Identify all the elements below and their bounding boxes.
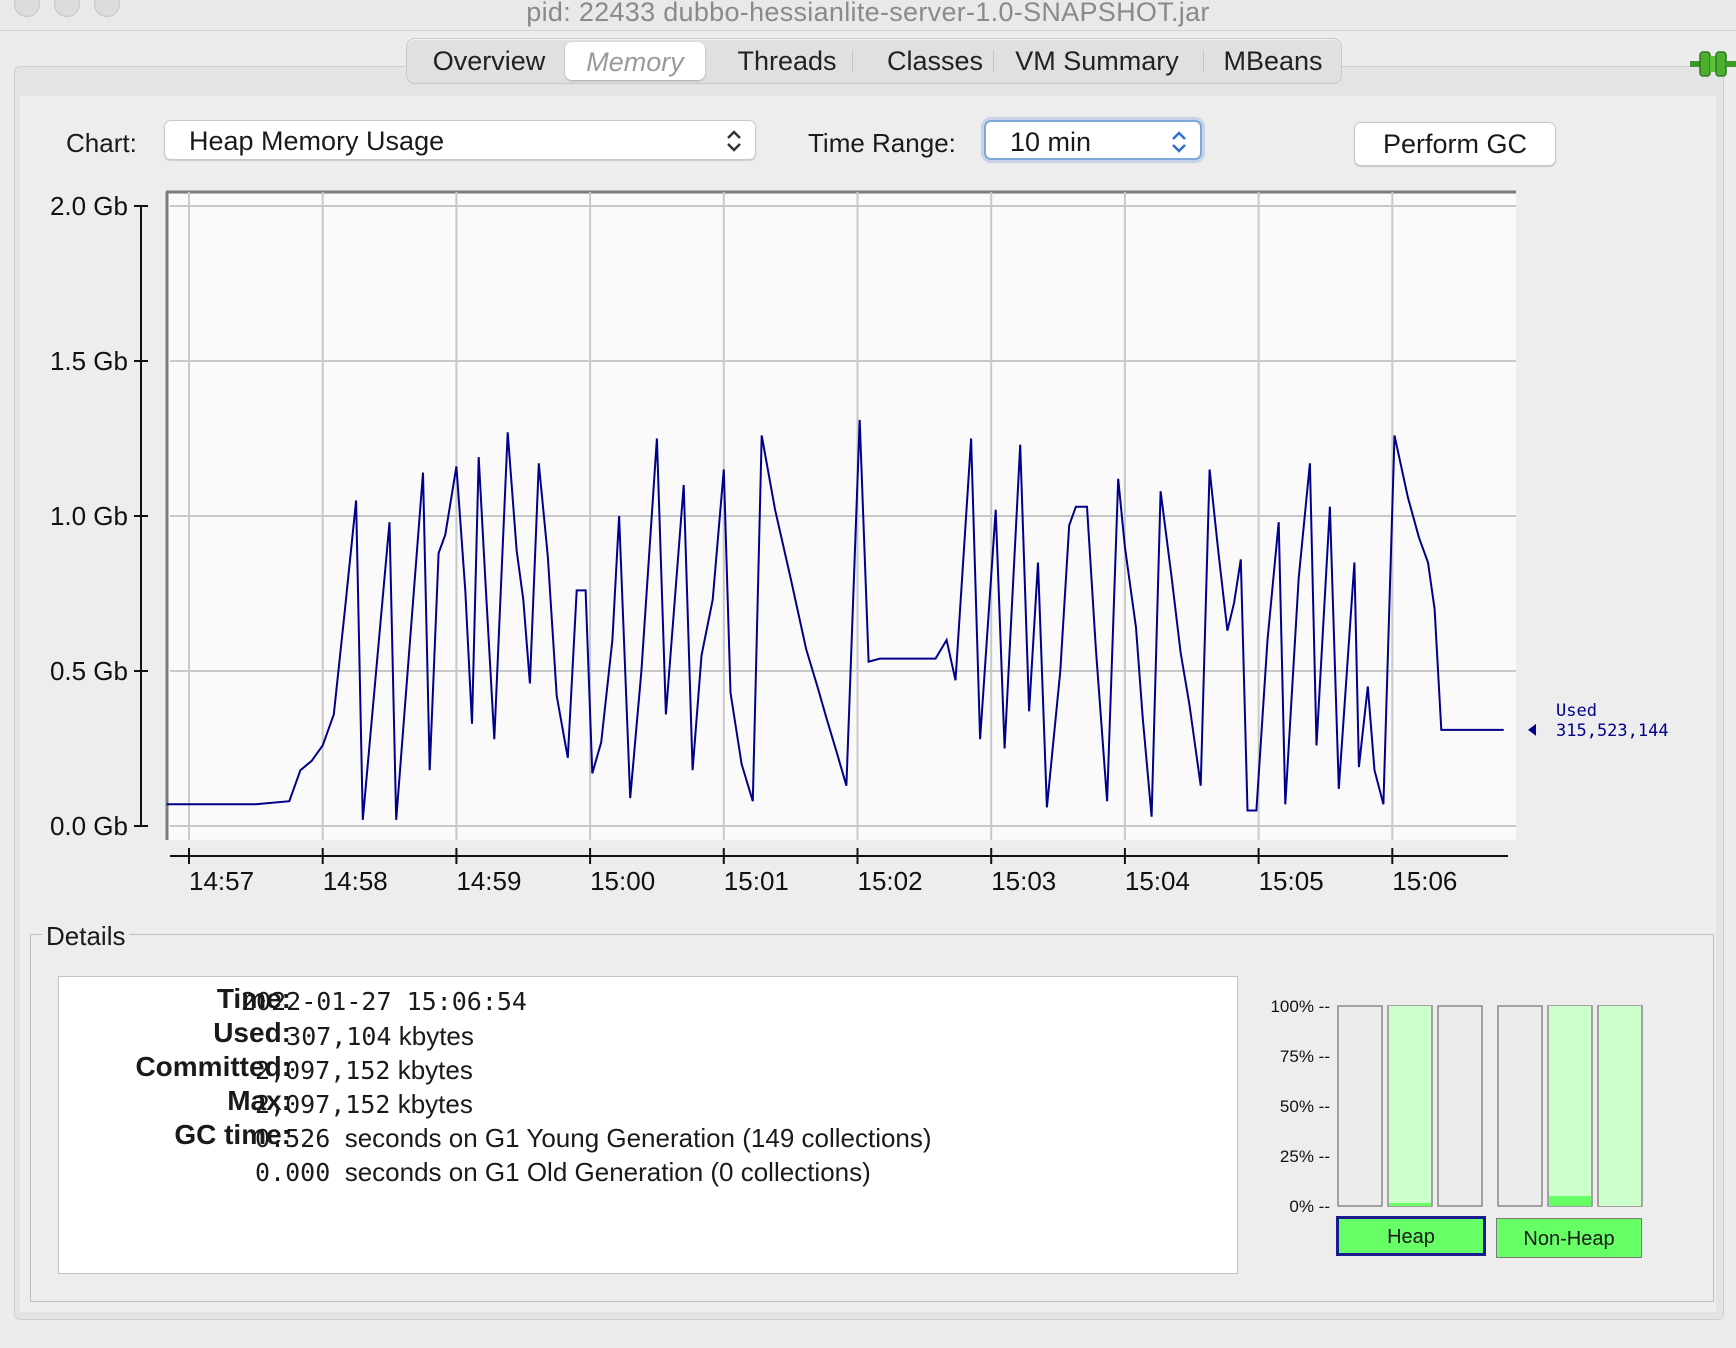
heap-pool-button[interactable]: Heap bbox=[1336, 1216, 1486, 1256]
used-series-value: 315,523,144 bbox=[1556, 721, 1669, 741]
x-tick-label: 14:59 bbox=[456, 866, 521, 896]
gc-old-value: 0.000 seconds on G1 Old Generation (0 co… bbox=[255, 1157, 871, 1187]
x-tick-label: 15:01 bbox=[724, 866, 789, 896]
x-tick-label: 14:57 bbox=[189, 866, 254, 896]
x-tick-label: 15:06 bbox=[1392, 866, 1457, 896]
y-tick-label: 0.0 Gb bbox=[50, 811, 128, 841]
used-series-name: Used bbox=[1556, 701, 1597, 721]
nonheap-pool-button[interactable]: Non-Heap bbox=[1496, 1218, 1642, 1258]
committed-value: 2,097,152 kbytes bbox=[255, 1055, 473, 1085]
heap-memory-chart: 0.0 Gb 0.5 Gb 1.0 Gb 1.5 Gb 2.0 Gb 14:57 14:5… bbox=[50, 190, 1669, 896]
x-tick-label: 15:05 bbox=[1259, 866, 1324, 896]
used-value-marker bbox=[1528, 723, 1536, 736]
x-tick-label: 15:02 bbox=[858, 866, 923, 896]
x-tick-label: 15:04 bbox=[1125, 866, 1190, 896]
y-tick-label: 2.0 Gb bbox=[50, 191, 128, 221]
used-value: 307,104 kbytes bbox=[241, 1021, 474, 1051]
x-tick-label: 15:03 bbox=[991, 866, 1056, 896]
y-tick-label: 0.5 Gb bbox=[50, 656, 128, 686]
details-box: Time: 2022-01-27 15:06:54 Used: 307,104 … bbox=[58, 976, 1238, 1274]
x-tick-label: 15:00 bbox=[590, 866, 655, 896]
gc-young-value: 0.526 seconds on G1 Young Generation (14… bbox=[255, 1123, 932, 1153]
max-value: 2,097,152 kbytes bbox=[255, 1089, 473, 1119]
details-legend: Details bbox=[42, 921, 130, 952]
x-tick-label: 14:58 bbox=[323, 866, 388, 896]
time-value: 2022-01-27 15:06:54 bbox=[241, 987, 527, 1016]
y-tick-label: 1.5 Gb bbox=[50, 346, 128, 376]
y-tick-label: 1.0 Gb bbox=[50, 501, 128, 531]
